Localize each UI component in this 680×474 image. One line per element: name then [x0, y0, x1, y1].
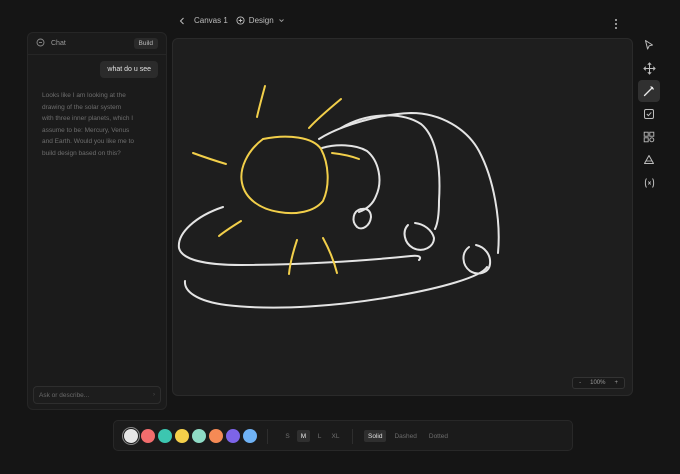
reply-line: and Earth. Would you like me to: [42, 138, 135, 146]
variable-icon[interactable]: [638, 172, 660, 194]
color-swatch[interactable]: [122, 427, 140, 445]
sun-highlight: [331, 152, 360, 160]
right-toolbar: [638, 34, 662, 195]
size-option-l[interactable]: L: [313, 430, 326, 442]
stroke-style-selector: Solid Dashed Dotted: [364, 430, 452, 442]
more-options-icon[interactable]: [608, 16, 624, 32]
reply-line: build design based on this?: [42, 149, 121, 157]
color-swatch[interactable]: [141, 429, 155, 443]
reply-line: Looks like I am looking at the: [42, 92, 126, 99]
user-message: what do u see: [100, 61, 158, 78]
components-icon[interactable]: [638, 126, 660, 148]
zoom-control: - 100% +: [572, 377, 625, 389]
bottom-toolbar: S M L XL Solid Dashed Dotted: [113, 420, 573, 451]
drawing-canvas[interactable]: - 100% +: [172, 38, 633, 396]
zoom-level: 100%: [590, 380, 606, 386]
planet-mercury: [352, 207, 372, 230]
orbit-ring-inner: [177, 206, 422, 266]
zoom-out-button[interactable]: -: [579, 380, 581, 386]
style-option-solid[interactable]: Solid: [364, 430, 387, 442]
sketch-layer: [177, 85, 500, 309]
size-selector: S M L XL: [281, 430, 342, 442]
mode-dropdown[interactable]: Design: [236, 16, 285, 25]
fill-icon[interactable]: [638, 149, 660, 171]
reply-line: assume to be: Mercury, Venus: [42, 126, 130, 134]
size-option-m[interactable]: M: [297, 430, 310, 442]
color-swatches: [122, 427, 257, 445]
size-option-s[interactable]: S: [281, 430, 294, 442]
chat-input[interactable]: Ask or describe... ›: [33, 386, 161, 404]
style-option-dotted[interactable]: Dotted: [425, 430, 452, 442]
mode-label: Design: [248, 16, 274, 25]
pen-icon[interactable]: [638, 80, 660, 102]
color-swatch[interactable]: [158, 429, 172, 443]
sun-ray-top: [256, 85, 266, 118]
size-option-xl[interactable]: XL: [329, 430, 342, 442]
select-icon[interactable]: [638, 34, 660, 56]
color-swatch[interactable]: [192, 429, 206, 443]
chat-title: Chat: [51, 40, 66, 47]
sun-ray-left: [192, 152, 227, 165]
canvas-name[interactable]: Canvas 1: [194, 16, 228, 25]
chat-header: Chat Build: [28, 33, 166, 55]
sun-ray-top-right: [308, 98, 342, 129]
assistant-reply: Looks like I am looking at the drawing o…: [42, 90, 158, 160]
white-strokes: [177, 112, 500, 309]
build-button[interactable]: Build: [133, 38, 158, 49]
chevron-down-icon: [278, 17, 285, 24]
orbit-arc-large: [318, 112, 500, 254]
orbit-arc-small: [321, 144, 381, 213]
move-icon[interactable]: [638, 57, 660, 79]
divider: [352, 429, 353, 444]
style-option-dashed[interactable]: Dashed: [390, 430, 420, 442]
checkbox-icon[interactable]: [638, 103, 660, 125]
sun-ray-bottom-right: [322, 237, 338, 274]
reply-line: with three inner planets, which I: [42, 115, 134, 123]
orbit-ring-outer: [183, 266, 488, 309]
divider: [267, 429, 268, 444]
chat-input-placeholder: Ask or describe...: [39, 391, 90, 399]
breadcrumb: Canvas 1 Design: [178, 16, 285, 25]
color-swatch[interactable]: [175, 429, 189, 443]
chat-icon: [36, 38, 45, 49]
sun-ray-bottom: [288, 239, 298, 275]
send-icon[interactable]: ›: [153, 392, 155, 398]
zoom-in-button[interactable]: +: [614, 380, 618, 386]
color-swatch[interactable]: [209, 429, 223, 443]
color-swatch[interactable]: [226, 429, 240, 443]
sun-body: [240, 135, 329, 215]
sun-ray-bottom-left: [218, 220, 242, 237]
yellow-strokes: [192, 85, 360, 275]
chat-panel: Chat Build what do u see Looks like I am…: [27, 32, 167, 410]
reply-line: drawing of the solar system: [42, 103, 122, 111]
design-mode-icon: [236, 16, 245, 25]
back-chevron-icon[interactable]: [178, 17, 186, 25]
color-swatch[interactable]: [243, 429, 257, 443]
planet-venus: [403, 222, 435, 251]
